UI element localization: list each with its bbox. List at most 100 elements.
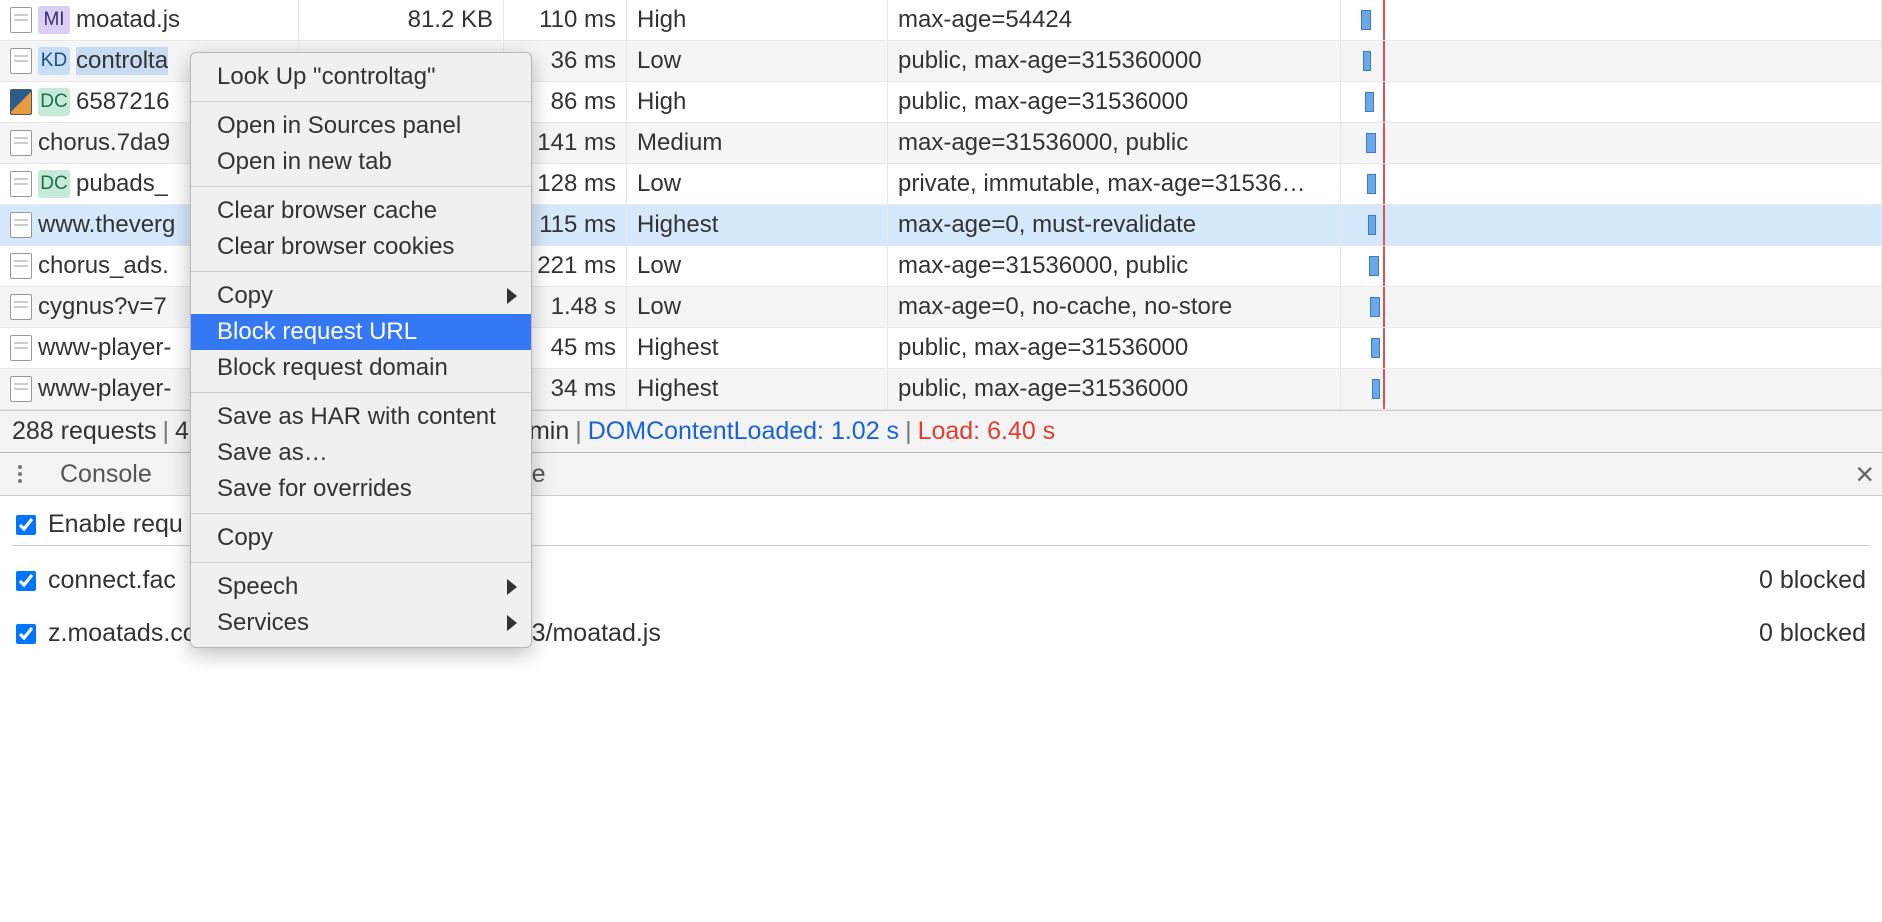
cell-priority: Low [627, 164, 888, 204]
context-menu: Look Up "controltag" Open in Sources pan… [190, 52, 532, 648]
file-icon [10, 253, 32, 279]
waterfall-bar [1370, 297, 1380, 317]
summary-domcontentloaded: DOMContentLoaded: 1.02 s [588, 417, 899, 446]
blocked-pattern-url: connect.fac [48, 566, 176, 595]
resource-name: chorus.7da9 [38, 129, 170, 157]
enable-blocking-label: Enable requ [48, 510, 183, 539]
cell-time: 110 ms [504, 0, 627, 40]
resource-initials: DC [38, 170, 70, 198]
chevron-right-icon [507, 615, 517, 631]
menu-open-sources[interactable]: Open in Sources panel [191, 108, 531, 144]
cell-waterfall [1341, 123, 1882, 163]
menu-speech[interactable]: Speech [191, 569, 531, 605]
summary-load: Load: 6.40 s [918, 417, 1056, 446]
cell-waterfall [1341, 0, 1882, 40]
menu-separator [191, 186, 531, 187]
cell-priority: High [627, 0, 888, 40]
summary-finish-suffix: min [529, 417, 569, 446]
waterfall-load-line [1383, 205, 1385, 245]
cell-size: 81.2 KB [299, 0, 504, 40]
more-tabs-icon[interactable] [8, 462, 32, 486]
cell-waterfall [1341, 369, 1882, 409]
menu-separator [191, 101, 531, 102]
resource-name: cygnus?v=7 [38, 293, 167, 321]
table-row[interactable]: MImoatad.js81.2 KB110 msHighmax-age=5442… [0, 0, 1882, 41]
waterfall-bar [1367, 174, 1376, 194]
resource-name: pubads_ [76, 170, 168, 198]
menu-services-label: Services [217, 609, 309, 636]
cell-cache-control: public, max-age=31536000 [888, 369, 1341, 409]
waterfall-bar [1363, 51, 1371, 71]
menu-clear-cookies[interactable]: Clear browser cookies [191, 229, 531, 265]
menu-copy-label: Copy [217, 282, 273, 309]
cell-priority: Low [627, 41, 888, 81]
menu-copy[interactable]: Copy [191, 520, 531, 556]
close-icon[interactable]: × [1855, 456, 1874, 493]
resource-name: www-player- [38, 334, 171, 362]
cell-cache-control: max-age=31536000, public [888, 123, 1341, 163]
waterfall-bar [1372, 379, 1380, 399]
blocked-count: 0 blocked [1759, 566, 1866, 595]
cell-waterfall [1341, 246, 1882, 286]
waterfall-load-line [1383, 164, 1385, 204]
cell-waterfall [1341, 164, 1882, 204]
cell-waterfall [1341, 82, 1882, 122]
menu-copy-submenu[interactable]: Copy [191, 278, 531, 314]
menu-save-as[interactable]: Save as… [191, 435, 531, 471]
resource-name: www-player- [38, 375, 171, 403]
cell-cache-control: public, max-age=31536000 [888, 328, 1341, 368]
waterfall-bar [1365, 92, 1374, 112]
waterfall-load-line [1383, 0, 1385, 40]
menu-lookup[interactable]: Look Up "controltag" [191, 59, 531, 95]
menu-open-new-tab[interactable]: Open in new tab [191, 144, 531, 180]
file-icon [10, 130, 32, 156]
waterfall-load-line [1383, 328, 1385, 368]
menu-block-request-url[interactable]: Block request URL [191, 314, 531, 350]
tab-console[interactable]: Console [60, 460, 152, 489]
blocked-pattern-checkbox[interactable] [16, 624, 36, 644]
menu-separator [191, 562, 531, 563]
cell-cache-control: public, max-age=31536000 [888, 82, 1341, 122]
cell-priority: Medium [627, 123, 888, 163]
summary-separator: | [163, 417, 170, 446]
waterfall-bar [1366, 133, 1376, 153]
waterfall-load-line [1383, 287, 1385, 327]
summary-separator: | [905, 417, 912, 446]
resource-name: www.theverg [38, 211, 175, 239]
cell-priority: Highest [627, 205, 888, 245]
cell-priority: Highest [627, 328, 888, 368]
resource-name: controlta [76, 47, 168, 75]
file-icon [10, 335, 32, 361]
file-icon [10, 376, 32, 402]
cell-cache-control: max-age=31536000, public [888, 246, 1341, 286]
file-icon [10, 7, 32, 33]
enable-blocking-checkbox[interactable] [16, 515, 36, 535]
cell-cache-control: max-age=0, no-cache, no-store [888, 287, 1341, 327]
menu-clear-cache[interactable]: Clear browser cache [191, 193, 531, 229]
menu-services[interactable]: Services [191, 605, 531, 641]
cell-priority: Highest [627, 369, 888, 409]
blocked-count: 0 blocked [1759, 619, 1866, 648]
waterfall-load-line [1383, 369, 1385, 409]
cell-cache-control: max-age=54424 [888, 0, 1341, 40]
summary-separator: | [575, 417, 582, 446]
menu-save-har[interactable]: Save as HAR with content [191, 399, 531, 435]
waterfall-bar [1369, 256, 1379, 276]
file-icon [10, 294, 32, 320]
chevron-right-icon [507, 288, 517, 304]
resource-initials: KD [38, 47, 70, 75]
file-icon [10, 171, 32, 197]
menu-speech-label: Speech [217, 573, 298, 600]
menu-separator [191, 392, 531, 393]
waterfall-bar [1361, 10, 1371, 30]
menu-save-overrides[interactable]: Save for overrides [191, 471, 531, 507]
menu-block-request-domain[interactable]: Block request domain [191, 350, 531, 386]
cell-priority: Low [627, 287, 888, 327]
blocked-pattern-checkbox[interactable] [16, 571, 36, 591]
cell-waterfall [1341, 287, 1882, 327]
cell-cache-control: private, immutable, max-age=31536… [888, 164, 1341, 204]
cell-cache-control: public, max-age=315360000 [888, 41, 1341, 81]
resource-initials: DC [38, 88, 70, 116]
summary-requests: 288 requests [12, 417, 157, 446]
cell-waterfall [1341, 205, 1882, 245]
